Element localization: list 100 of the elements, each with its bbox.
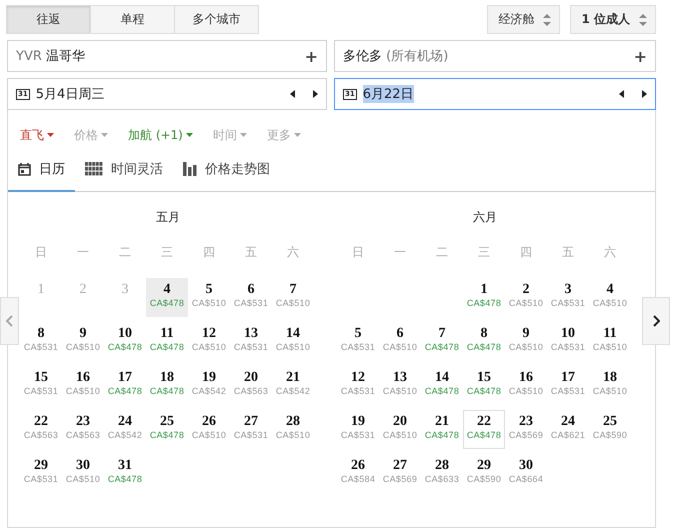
calendar-day[interactable]: 24 CA$621 bbox=[547, 410, 589, 449]
calendar-day[interactable]: 13 CA$510 bbox=[379, 366, 421, 405]
calendar-day[interactable]: 1 CA$478 bbox=[463, 278, 505, 317]
calendar-day[interactable]: 22 CA$478 bbox=[463, 410, 505, 449]
trip-type-tab[interactable]: 往返 bbox=[6, 5, 91, 34]
calendar-day[interactable]: 29 CA$531 bbox=[20, 454, 62, 493]
calendar-day[interactable]: 22 CA$563 bbox=[20, 410, 62, 449]
calendar-day[interactable]: 11 CA$510 bbox=[589, 322, 631, 361]
calendar-day[interactable]: 11 CA$478 bbox=[146, 322, 188, 361]
month-title: 六月 bbox=[472, 209, 498, 226]
add-icon[interactable]: + bbox=[304, 46, 318, 66]
calendar-day[interactable]: 17 CA$478 bbox=[104, 366, 146, 405]
calendar-day[interactable]: 26 CA$584 bbox=[337, 454, 379, 493]
chevron-right-icon bbox=[652, 315, 660, 327]
view-tab[interactable]: 日历 bbox=[8, 148, 75, 192]
next-date-icon[interactable] bbox=[642, 90, 647, 98]
view-tab[interactable]: 价格走势图 bbox=[173, 148, 280, 192]
calendar-day[interactable]: 10 CA$531 bbox=[547, 322, 589, 361]
next-date-icon[interactable] bbox=[313, 90, 318, 98]
view-tab[interactable]: 时间灵活 bbox=[75, 148, 173, 192]
bar-chart-icon bbox=[183, 162, 197, 176]
calendar-day[interactable]: 5 CA$510 bbox=[188, 278, 230, 317]
caret-icon bbox=[240, 133, 247, 137]
caret-icon bbox=[294, 133, 301, 137]
calendar-day[interactable]: 9 CA$510 bbox=[62, 322, 104, 361]
calendar-day[interactable]: 23 CA$563 bbox=[62, 410, 104, 449]
weekday-label: 三 bbox=[477, 244, 491, 261]
weekday-label: 二 bbox=[435, 244, 449, 261]
weekday-label: 一 bbox=[76, 244, 90, 261]
calendar-day[interactable]: 6 CA$510 bbox=[379, 322, 421, 361]
calendar-day[interactable]: 4 CA$510 bbox=[589, 278, 631, 317]
previous-date-icon[interactable] bbox=[290, 90, 295, 98]
calendar-day[interactable]: 31 CA$478 bbox=[104, 454, 146, 493]
calendar-day[interactable]: 16 CA$510 bbox=[62, 366, 104, 405]
calendar-day[interactable]: 29 CA$590 bbox=[463, 454, 505, 493]
calendar-day[interactable]: 4 CA$478 bbox=[146, 278, 188, 317]
calendar-day[interactable]: 5 CA$531 bbox=[337, 322, 379, 361]
calendar-day[interactable]: 28 CA$633 bbox=[421, 454, 463, 493]
calendar-day[interactable]: 27 CA$569 bbox=[379, 454, 421, 493]
calendar-day[interactable]: 20 CA$563 bbox=[230, 366, 272, 405]
calendar-day[interactable]: 21 CA$542 bbox=[272, 366, 314, 405]
calendar-day[interactable]: 12 CA$510 bbox=[188, 322, 230, 361]
calendar-day[interactable]: 9 CA$510 bbox=[505, 322, 547, 361]
passengers-dropdown[interactable]: 1 位成人 bbox=[570, 5, 656, 34]
caret-icon bbox=[186, 133, 193, 137]
calendar-day[interactable]: 19 CA$531 bbox=[337, 410, 379, 449]
chevron-left-icon bbox=[6, 315, 13, 327]
calendar-day[interactable]: 8 CA$531 bbox=[20, 322, 62, 361]
weekday-label: 四 bbox=[519, 244, 533, 261]
calendar-day[interactable]: 23 CA$569 bbox=[505, 410, 547, 449]
weekday-label: 日 bbox=[351, 244, 365, 261]
spinner-arrows-icon bbox=[639, 14, 647, 26]
caret-icon bbox=[47, 133, 54, 137]
weekday-label: 五 bbox=[244, 244, 258, 261]
calendar-day[interactable]: 26 CA$510 bbox=[188, 410, 230, 449]
calendar-day[interactable]: 27 CA$531 bbox=[230, 410, 272, 449]
weekday-label: 三 bbox=[160, 244, 174, 261]
calendar-day[interactable]: 24 CA$542 bbox=[104, 410, 146, 449]
calendar-day[interactable]: 14 CA$510 bbox=[272, 322, 314, 361]
calendar-day[interactable]: 20 CA$510 bbox=[379, 410, 421, 449]
calendar-day[interactable]: 12 CA$531 bbox=[337, 366, 379, 405]
weekday-label: 一 bbox=[393, 244, 407, 261]
trip-type-tab[interactable]: 单程 bbox=[90, 5, 175, 34]
destination-field[interactable]: 多伦多 (所有机场) + bbox=[334, 40, 656, 72]
calendar-day[interactable]: 14 CA$478 bbox=[421, 366, 463, 405]
calendar-day[interactable]: 30 CA$664 bbox=[505, 454, 547, 493]
calendar-day[interactable]: 18 CA$510 bbox=[589, 366, 631, 405]
calendar-day[interactable]: 30 CA$510 bbox=[62, 454, 104, 493]
calendar-day[interactable]: 7 CA$478 bbox=[421, 322, 463, 361]
calendar-day[interactable]: 17 CA$531 bbox=[547, 366, 589, 405]
trip-type-tab[interactable]: 多个城市 bbox=[174, 5, 259, 34]
calendar-day[interactable]: 2 CA$510 bbox=[505, 278, 547, 317]
calendar-day[interactable]: 7 CA$510 bbox=[272, 278, 314, 317]
cabin-dropdown[interactable]: 经济舱 bbox=[487, 5, 560, 34]
calendar-day[interactable]: 15 CA$531 bbox=[20, 366, 62, 405]
calendar-day[interactable]: 25 CA$590 bbox=[589, 410, 631, 449]
caret-icon bbox=[101, 133, 108, 137]
weekday-label: 六 bbox=[603, 244, 617, 261]
weekday-label: 日 bbox=[34, 244, 48, 261]
origin-field[interactable]: YVR 温哥华 + bbox=[7, 40, 327, 72]
calendar-day[interactable]: 18 CA$478 bbox=[146, 366, 188, 405]
calendar-day[interactable]: 13 CA$531 bbox=[230, 322, 272, 361]
calendar-day[interactable]: 6 CA$531 bbox=[230, 278, 272, 317]
previous-date-icon[interactable] bbox=[619, 90, 624, 98]
calendar-icon bbox=[18, 162, 31, 176]
filter-dropdown[interactable]: 加航 (+1) bbox=[128, 122, 193, 148]
calendar-day[interactable]: 21 CA$478 bbox=[421, 410, 463, 449]
calendar-day[interactable]: 15 CA$478 bbox=[463, 366, 505, 405]
weekday-label: 四 bbox=[202, 244, 216, 261]
calendar-day[interactable]: 25 CA$478 bbox=[146, 410, 188, 449]
calendar-day[interactable]: 19 CA$542 bbox=[188, 366, 230, 405]
calendar-day[interactable]: 8 CA$478 bbox=[463, 322, 505, 361]
weekday-label: 二 bbox=[118, 244, 132, 261]
calendar-day[interactable]: 10 CA$478 bbox=[104, 322, 146, 361]
calendar-day[interactable]: 16 CA$510 bbox=[505, 366, 547, 405]
add-icon[interactable]: + bbox=[634, 46, 647, 66]
filter-dropdown[interactable]: 直飞 bbox=[20, 122, 54, 148]
calendar-day[interactable]: 3 CA$531 bbox=[547, 278, 589, 317]
calendar-day[interactable]: 28 CA$510 bbox=[272, 410, 314, 449]
spinner-arrows-icon bbox=[543, 14, 552, 26]
